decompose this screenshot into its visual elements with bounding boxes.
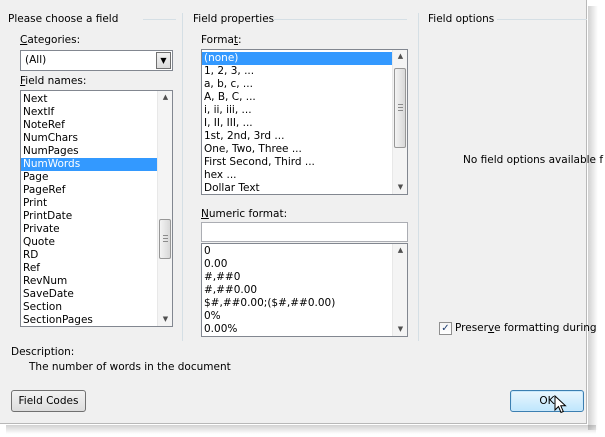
no-options-message: No field options available f [463,154,604,166]
field-name-item[interactable]: RD [21,249,157,262]
format-item[interactable]: I, II, III, ... [202,117,392,130]
numeric-format-item[interactable]: $#,##0.00;($#,##0.00) [202,297,392,310]
field-name-item[interactable]: Next [21,93,157,106]
field-dialog: Please choose a field Categories: (All) … [0,0,603,424]
field-name-item[interactable]: Page [21,171,157,184]
field-name-item[interactable]: NextIf [21,106,157,119]
properties-panel-divider [273,19,407,20]
format-item[interactable]: (none) [202,52,392,65]
numeric-format-item[interactable]: #,##0 [202,271,392,284]
scroll-up-icon[interactable]: ▲ [158,91,172,104]
numeric-format-item[interactable]: 0.00 [202,258,392,271]
scroll-thumb[interactable] [159,219,171,259]
numeric-format-item[interactable]: 0 [202,245,392,258]
format-items: (none) 1, 2, 3, ... a, b, c, ... A, B, C, .… [202,50,392,194]
field-name-item[interactable]: Print [21,197,157,210]
format-item[interactable]: i, ii, iii, ... [202,104,392,117]
field-codes-button[interactable]: Field Codes [11,390,86,412]
field-panel-title: Please choose a field [8,13,119,25]
format-item[interactable]: 1, 2, 3, ... [202,65,392,78]
numeric-format-label: Numeric format: [201,208,288,220]
scroll-up-icon[interactable]: ▲ [393,244,407,257]
numeric-format-input[interactable] [201,222,408,242]
field-name-item[interactable]: PageRef [21,184,157,197]
field-names-scrollbar[interactable]: ▲ ▼ [157,91,172,326]
chevron-down-icon[interactable]: ▼ [156,52,171,69]
field-panel-divider [143,19,176,20]
field-names-items: Next NextIf NoteRef NumChars NumPages NumWord… [21,91,157,326]
field-name-item[interactable]: NumChars [21,132,157,145]
format-item[interactable]: 1st, 2nd, 3rd ... [202,130,392,143]
field-name-item[interactable]: PrintDate [21,210,157,223]
description-label: Description: [11,346,75,358]
description-text: The number of words in the document [29,361,231,373]
window-shadow-bottom [6,425,596,434]
scroll-up-icon[interactable]: ▲ [393,50,407,63]
scroll-thumb[interactable] [394,68,406,148]
panel-separator-2 [418,13,419,341]
field-names-list[interactable]: Next NextIf NoteRef NumChars NumPages NumWord… [20,90,173,327]
format-list[interactable]: (none) 1, 2, 3, ... a, b, c, ... A, B, C, .… [201,49,408,195]
preserve-formatting-label[interactable]: Preserve formatting during [455,322,597,334]
field-name-item[interactable]: NumPages [21,145,157,158]
numeric-format-item[interactable]: #,##0.00 [202,284,392,297]
field-name-item[interactable]: Private [21,223,157,236]
field-name-item[interactable]: Quote [21,236,157,249]
checkmark-icon: ✓ [441,323,450,334]
numeric-format-scrollbar[interactable]: ▲ ▼ [392,244,407,336]
format-item[interactable]: A, B, C, ... [202,91,392,104]
format-label: Format: [201,34,242,46]
mouse-cursor-icon [554,395,567,414]
field-name-item[interactable]: NumWords [21,158,157,171]
categories-value: (All) [25,54,47,66]
scroll-down-icon[interactable]: ▼ [393,323,407,336]
numeric-format-item[interactable]: 0% [202,310,392,323]
options-panel-title: Field options [428,13,495,25]
format-item[interactable]: hex ... [202,169,392,182]
categories-label: Categories: [20,34,81,46]
format-item[interactable]: a, b, c, ... [202,78,392,91]
field-name-item[interactable]: Section [21,301,157,314]
field-name-item[interactable]: SaveDate [21,288,157,301]
field-name-item[interactable]: NoteRef [21,119,157,132]
panel-separator-1 [182,13,183,341]
numeric-format-list[interactable]: 0 0.00 #,##0 #,##0.00 $#,##0.00;($#,##0.00) 0… [201,243,408,337]
field-name-item[interactable]: SectionPages [21,314,157,326]
properties-panel-title: Field properties [193,13,275,25]
field-name-item[interactable]: RevNum [21,275,157,288]
numeric-format-items: 0 0.00 #,##0 #,##0.00 $#,##0.00;($#,##0.00) 0… [202,244,392,336]
format-item[interactable]: Dollar Text [202,182,392,194]
format-item[interactable]: First Second, Third ... [202,156,392,169]
format-scrollbar[interactable]: ▲ ▼ [392,50,407,194]
options-panel-divider [497,19,587,20]
scroll-down-icon[interactable]: ▼ [393,181,407,194]
field-names-label: Field names: [20,75,87,87]
numeric-format-item[interactable]: 0.00% [202,323,392,336]
categories-select[interactable]: (All) ▼ [20,50,173,71]
window-shadow-right [588,6,598,430]
preserve-formatting-checkbox[interactable]: ✓ [439,322,452,335]
scroll-down-icon[interactable]: ▼ [158,313,172,326]
format-item[interactable]: One, Two, Three ... [202,143,392,156]
ok-button[interactable]: OK [510,390,584,412]
field-name-item[interactable]: Ref [21,262,157,275]
